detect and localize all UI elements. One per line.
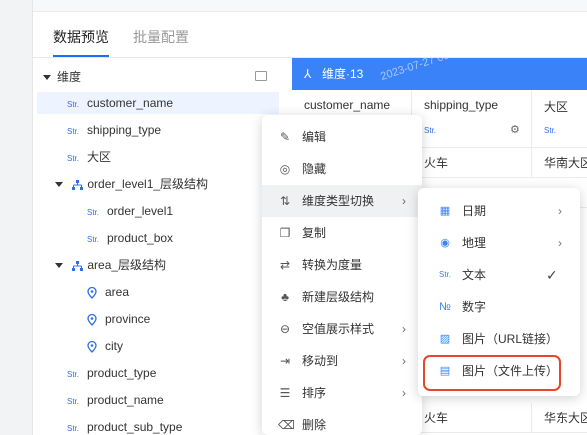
menu-item-move-to[interactable]: ⇥ 移动到 › xyxy=(262,345,422,377)
table-cell: 华东大区 xyxy=(532,403,587,433)
string-type-icon: Str. xyxy=(67,154,80,163)
menu-item-delete[interactable]: ⌫ 删除 xyxy=(262,409,422,435)
string-type-icon: Str. xyxy=(67,370,80,379)
tree-item-region[interactable]: Str. 大区 xyxy=(67,146,111,168)
submenu-item-image-url[interactable]: ▨ 图片（URL链接） xyxy=(418,323,580,355)
menu-item-switch-dimension-type[interactable]: ⇅ 维度类型切换 › xyxy=(262,185,422,217)
tree-item-shipping-type[interactable]: Str. shipping_type xyxy=(67,119,161,141)
caret-down-icon[interactable] xyxy=(55,263,63,269)
location-icon xyxy=(87,286,97,299)
delete-icon: ⌫ xyxy=(278,418,295,432)
submenu-item-date[interactable]: ▦ 日期 › xyxy=(418,195,580,227)
null-display-icon: ⊖ xyxy=(279,322,291,336)
menu-item-null-display-style[interactable]: ⊖ 空值展示样式 › xyxy=(262,313,422,345)
dimension-group-header: ⅄ 维度·13 2023-07-27 09:13:50 xyxy=(292,40,587,90)
field-tree: 维度 Str. customer_name Str. shipping_type S… xyxy=(33,58,291,435)
caret-down-icon[interactable] xyxy=(55,182,63,188)
chevron-right-icon: › xyxy=(402,194,406,208)
string-type-icon: Str. xyxy=(424,126,437,135)
new-folder-icon[interactable] xyxy=(255,71,267,81)
dimension-fork-icon: ⅄ xyxy=(304,67,312,81)
submenu-item-geo[interactable]: ◉ 地理 › xyxy=(418,227,580,259)
hierarchy-icon xyxy=(72,179,84,190)
menu-item-sort[interactable]: ☰ 排序 › xyxy=(262,377,422,409)
string-type-icon: Str. xyxy=(87,208,100,217)
hierarchy-icon xyxy=(72,260,84,271)
image-url-icon: ▨ xyxy=(439,333,451,345)
location-icon xyxy=(87,313,97,326)
active-tab-underline xyxy=(53,55,109,57)
submenu-item-number[interactable]: № 数字 xyxy=(418,291,580,323)
chevron-right-icon: › xyxy=(402,386,406,400)
move-icon: ⇥ xyxy=(279,354,291,368)
tree-item-product-name[interactable]: Str. product_name xyxy=(67,389,164,411)
chevron-right-icon: › xyxy=(402,354,406,368)
tab-batch-config[interactable]: 批量配置 xyxy=(133,27,189,47)
tree-root-dimension[interactable]: 维度 xyxy=(43,66,81,88)
hide-icon: ◎ xyxy=(279,162,291,176)
menu-item-copy[interactable]: ❐ 复制 xyxy=(262,217,422,249)
table-cell: 华南大区 xyxy=(532,148,587,178)
table-cell: 火车 xyxy=(412,148,532,178)
string-type-icon: Str. xyxy=(87,235,100,244)
location-icon: ◉ xyxy=(440,237,450,249)
tree-item-product-type[interactable]: Str. product_type xyxy=(67,362,156,384)
tree-item-order-level1[interactable]: Str. order_level1 xyxy=(87,200,173,222)
chevron-right-icon: › xyxy=(558,204,562,218)
tree-item-product-box[interactable]: Str. product_box xyxy=(87,227,173,249)
string-type-icon: Str. xyxy=(67,127,80,136)
string-type-icon: Str. xyxy=(544,126,557,135)
tree-item-area[interactable]: area xyxy=(87,281,129,303)
hierarchy-icon: ♣ xyxy=(281,290,289,304)
convert-icon: ⇄ xyxy=(279,258,291,272)
caret-down-icon[interactable] xyxy=(43,75,51,81)
chevron-right-icon: › xyxy=(402,322,406,336)
menu-item-edit[interactable]: ✎ 编辑 xyxy=(262,121,422,153)
number-icon: № xyxy=(439,301,451,313)
gear-icon[interactable]: ⚙ xyxy=(510,123,520,136)
switch-type-icon: ⇅ xyxy=(279,194,291,208)
table-cell: 火车 xyxy=(412,403,532,433)
copy-icon: ❐ xyxy=(279,226,291,240)
column-header-region[interactable]: 大区 Str. xyxy=(532,90,587,148)
tree-item-product-sub-type[interactable]: Str. product_sub_type xyxy=(67,416,182,435)
tree-item-province[interactable]: province xyxy=(87,308,150,330)
tab-bar: 数据预览 批量配置 xyxy=(33,12,587,58)
calendar-icon: ▦ xyxy=(439,205,451,217)
column-header-shipping-type[interactable]: shipping_type Str. ⚙ xyxy=(412,90,532,148)
tab-data-preview[interactable]: 数据预览 xyxy=(53,27,109,47)
string-type-icon: Str. xyxy=(67,424,80,433)
tree-item-area-hierarchy[interactable]: area_层级结构 xyxy=(55,254,166,276)
text-icon: Str. xyxy=(438,270,451,279)
highlight-annotation xyxy=(423,355,561,391)
tree-item-customer-name[interactable]: Str. customer_name xyxy=(37,92,279,114)
top-strip xyxy=(33,0,587,12)
menu-item-new-hierarchy[interactable]: ♣ 新建层级结构 xyxy=(262,281,422,313)
submenu-item-text[interactable]: Str. 文本 ✓ xyxy=(418,259,580,291)
menu-item-convert-to-measure[interactable]: ⇄ 转换为度量 xyxy=(262,249,422,281)
menu-item-hide[interactable]: ◎ 隐藏 xyxy=(262,153,422,185)
location-icon xyxy=(87,340,97,353)
edit-icon: ✎ xyxy=(279,130,291,144)
sort-icon: ☰ xyxy=(279,386,291,400)
check-icon: ✓ xyxy=(546,267,558,283)
context-menu: ✎ 编辑 ◎ 隐藏 ⇅ 维度类型切换 › ❐ 复制 ⇄ 转换为度量 ♣ 新建层级结构 ⊖ 空值展… xyxy=(262,115,422,435)
tree-item-order-level-hierarchy[interactable]: order_level1_层级结构 xyxy=(55,173,208,195)
tree-item-city[interactable]: city xyxy=(87,335,123,357)
string-type-icon: Str. xyxy=(67,397,80,406)
chevron-right-icon: › xyxy=(558,236,562,250)
string-type-icon: Str. xyxy=(67,100,80,109)
